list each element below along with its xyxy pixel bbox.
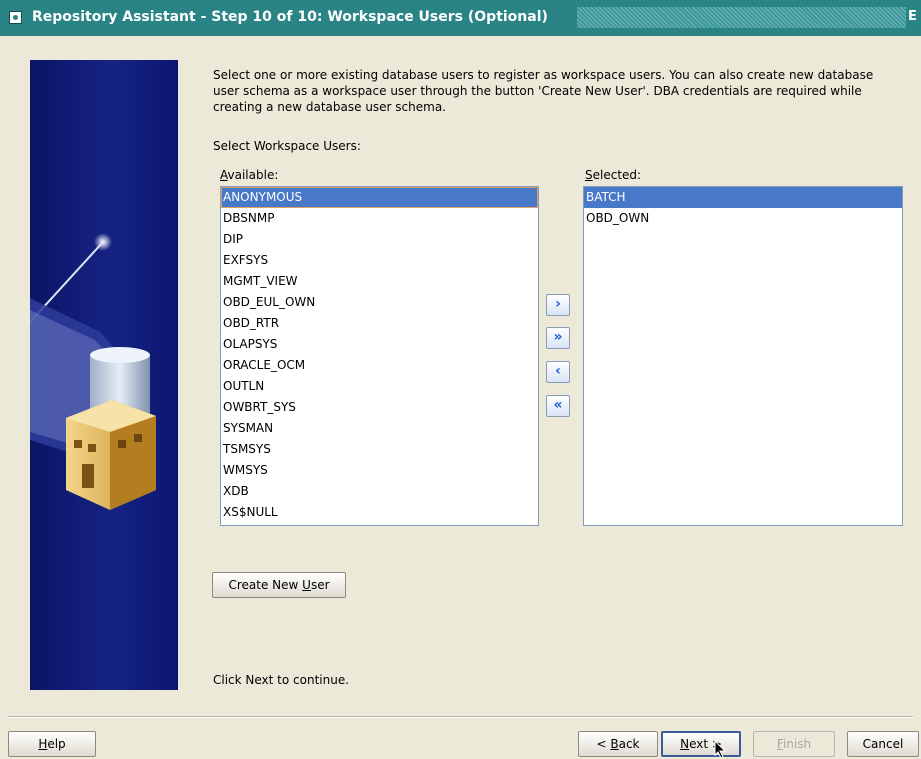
next-label: ext: [689, 737, 709, 751]
footer-divider: [8, 716, 913, 718]
window-title: Repository Assistant - Step 10 of 10: Wo…: [32, 9, 548, 25]
create-new-user-button[interactable]: Create New User: [212, 572, 346, 598]
list-item[interactable]: MGMT_VIEW: [221, 271, 538, 292]
create-new-user-mnemonic: U: [302, 578, 311, 592]
next-mnemonic: N: [680, 737, 690, 751]
list-item[interactable]: EXFSYS: [221, 250, 538, 271]
list-item[interactable]: ANONYMOUS: [221, 187, 538, 208]
list-item[interactable]: OBD_EUL_OWN: [221, 292, 538, 313]
back-button[interactable]: < Back: [578, 731, 658, 757]
list-item[interactable]: OBD_RTR: [221, 313, 538, 334]
available-label-mnemonic: A: [220, 168, 228, 182]
selected-users-list[interactable]: BATCH OBD_OWN: [583, 186, 903, 526]
help-label: elp: [47, 737, 66, 751]
available-label: Available:: [220, 168, 278, 182]
help-mnemonic: H: [38, 737, 48, 751]
selected-label-mnemonic: S: [585, 168, 593, 182]
finish-label: inish: [782, 737, 812, 751]
list-item[interactable]: WMSYS: [221, 460, 538, 481]
list-item[interactable]: DIP: [221, 229, 538, 250]
list-item[interactable]: SYSMAN: [221, 418, 538, 439]
select-workspace-users-label: Select Workspace Users:: [213, 139, 361, 153]
mouse-pointer-icon: [714, 740, 727, 759]
list-item[interactable]: BATCH: [584, 187, 902, 208]
back-label: ack: [618, 737, 640, 751]
list-item[interactable]: XDB: [221, 481, 538, 502]
selected-label: Selected:: [585, 168, 641, 182]
create-new-user-suffix: ser: [310, 578, 330, 592]
list-item[interactable]: OUTLN: [221, 376, 538, 397]
remove-selected-button[interactable]: ‹: [546, 361, 570, 383]
available-users-list[interactable]: ANONYMOUS DBSNMP DIP EXFSYS MGMT_VIEW OB…: [220, 186, 539, 526]
list-item[interactable]: OBD_OWN: [584, 208, 902, 229]
create-new-user-prefix: Create New: [228, 578, 303, 592]
help-button[interactable]: Help: [8, 731, 96, 757]
database-building-illustration: [30, 233, 156, 510]
list-item[interactable]: DBSNMP: [221, 208, 538, 229]
list-item[interactable]: XS$NULL: [221, 502, 538, 523]
list-item[interactable]: OWBRT_SYS: [221, 397, 538, 418]
move-all-button[interactable]: »: [546, 327, 570, 349]
footer-hint: Click Next to continue.: [213, 673, 350, 687]
cancel-button[interactable]: Cancel: [847, 731, 919, 757]
wizard-side-image: [30, 60, 178, 690]
step-description: Select one or more existing database use…: [213, 68, 874, 114]
title-bar-edge-glyph[interactable]: E: [908, 9, 921, 26]
remove-all-button[interactable]: «: [546, 395, 570, 417]
list-item[interactable]: TSMSYS: [221, 439, 538, 460]
move-selected-button[interactable]: ›: [546, 294, 570, 316]
list-item[interactable]: ORACLE_OCM: [221, 355, 538, 376]
back-mnemonic: B: [610, 737, 619, 751]
list-item[interactable]: OLAPSYS: [221, 334, 538, 355]
window-icon[interactable]: [9, 11, 22, 24]
next-button[interactable]: Next >: [661, 731, 741, 757]
title-bar-pattern: [577, 7, 906, 28]
title-bar: Repository Assistant - Step 10 of 10: Wo…: [0, 0, 921, 36]
finish-button[interactable]: Finish: [753, 731, 835, 757]
available-label-text: vailable:: [227, 168, 279, 182]
selected-label-text: elected:: [592, 168, 642, 182]
back-prefix: <: [596, 737, 611, 751]
